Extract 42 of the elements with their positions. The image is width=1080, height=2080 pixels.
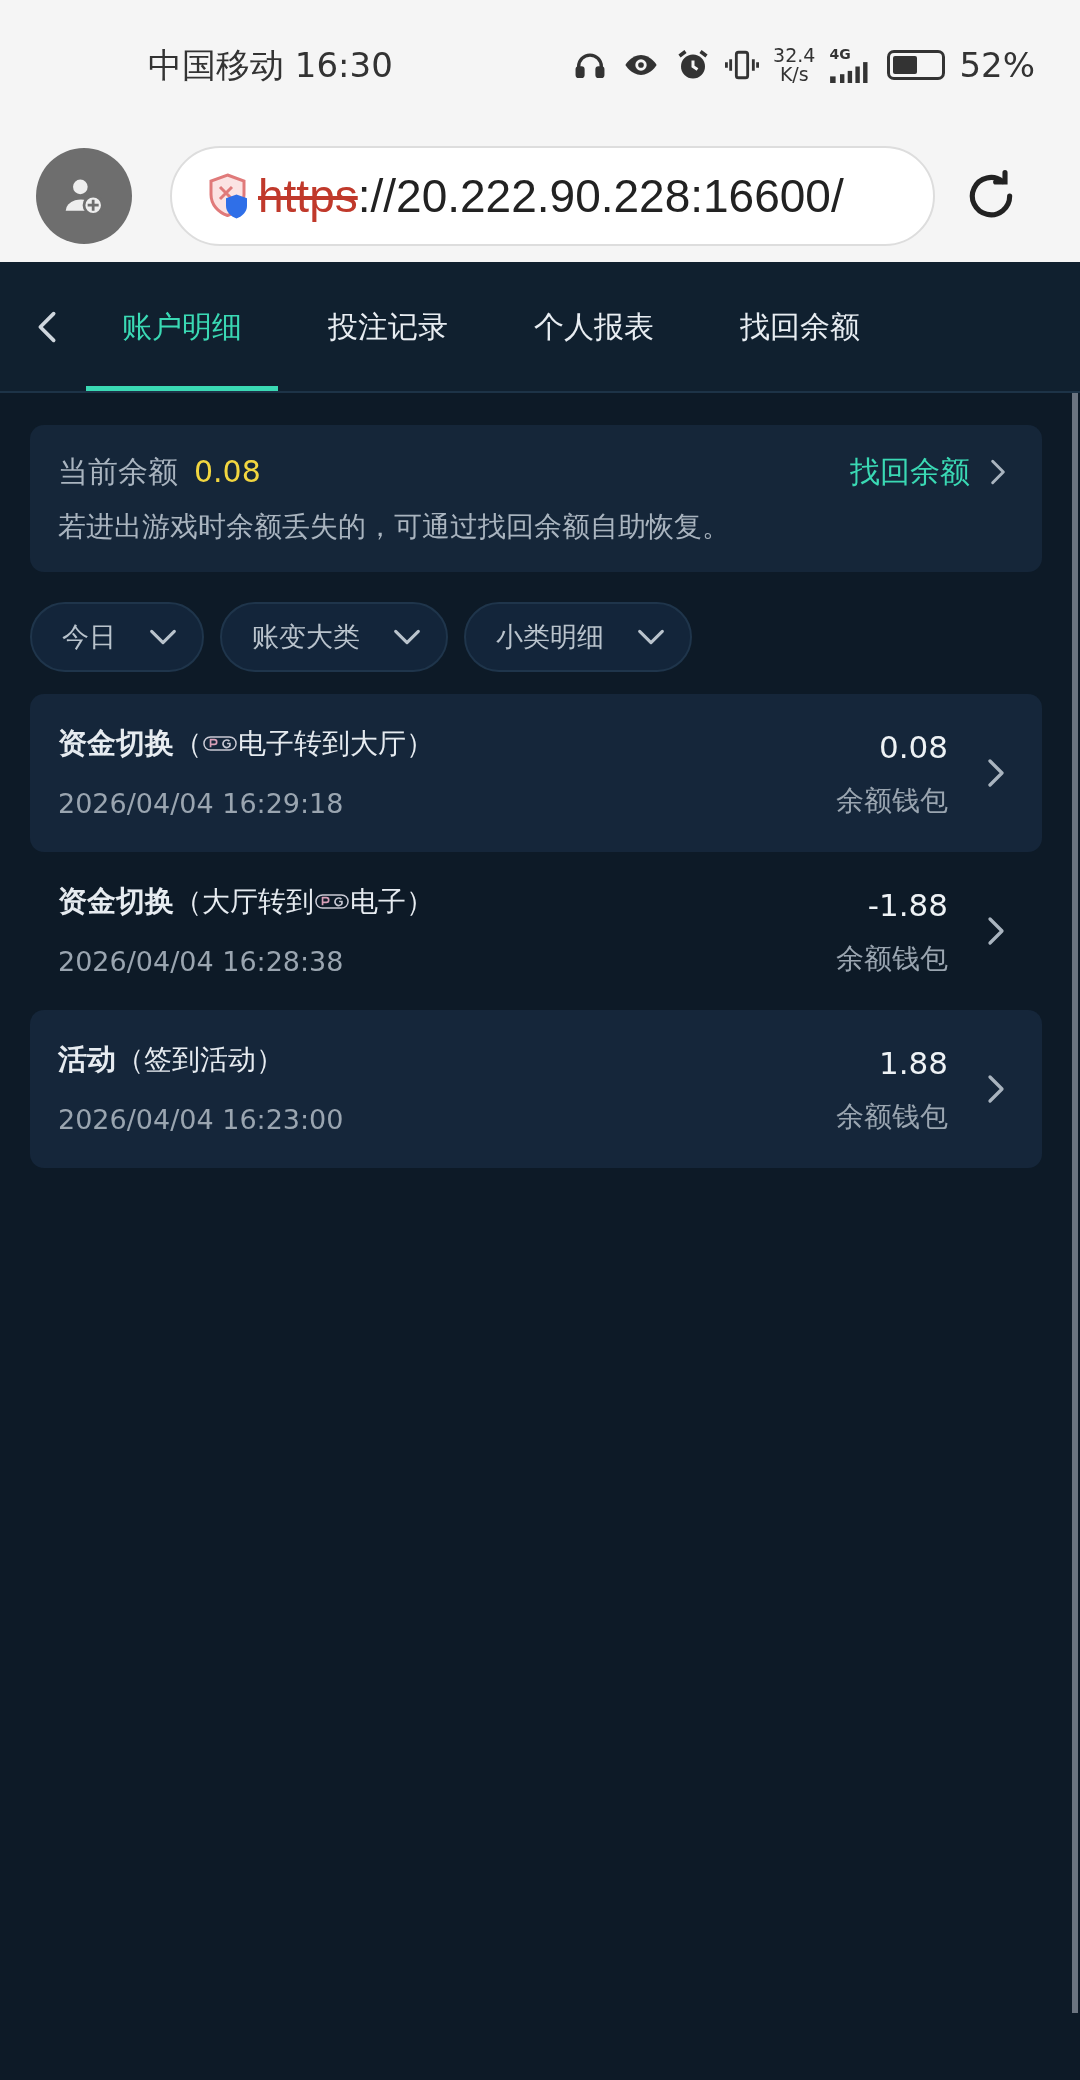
logo-icon: [203, 734, 237, 754]
record-amount: 1.88: [878, 1043, 948, 1083]
record-row[interactable]: 资金切换（ 电子转到大厅） 2026/04/04 16:29:18 0.08 余额钱包: [30, 694, 1042, 852]
wallet-label: 余额钱包: [836, 941, 948, 978]
record-amount: 0.08: [878, 727, 948, 767]
record-time: 2026/04/04 16:23:00: [58, 1102, 345, 1137]
logo-icon: [315, 892, 349, 912]
record-detail: 电子）: [350, 883, 434, 920]
tab[interactable]: 找回余额: [704, 262, 896, 391]
wallet-label: 余额钱包: [836, 783, 948, 820]
recover-balance-link[interactable]: 找回余额: [850, 449, 1014, 494]
filter-dropdown[interactable]: 账变大类: [220, 602, 448, 672]
record-time: 2026/04/04 16:29:18: [58, 786, 345, 821]
record-detail: （大厅转到: [174, 883, 314, 920]
tab[interactable]: 账户明细: [86, 262, 278, 391]
vibrate-icon: [725, 48, 760, 82]
battery-icon: [887, 50, 946, 80]
speed-unit: K/s: [779, 65, 809, 84]
url-field[interactable]: https://20.222.90.228:16600/: [170, 146, 935, 246]
speed-value: 32.4: [773, 46, 816, 65]
balance-amount: 0.08: [194, 453, 261, 491]
balance-note: 若进出游戏时余额丢失的，可通过找回余额自助恢复。: [58, 509, 731, 545]
record-row[interactable]: 资金切换（大厅转到 电子） 2026/04/04 16:28:38 -1.88 余额钱包: [30, 852, 1042, 1010]
url-text: ://20.222.90.228:16600/: [357, 173, 844, 219]
record-type: 资金切换: [58, 883, 174, 920]
record-amount: -1.88: [867, 885, 948, 925]
record-type: 活动: [58, 1041, 116, 1078]
filter-dropdown[interactable]: 今日: [30, 602, 204, 672]
record-time: 2026/04/04 16:28:38: [58, 944, 345, 979]
record-detail: 电子转到大厅）: [238, 725, 434, 762]
battery-percent: 52%: [959, 43, 1035, 87]
tab[interactable]: 投注记录: [292, 262, 484, 391]
record-detail: （签到活动）: [116, 1041, 284, 1078]
record-detail: （: [174, 725, 202, 762]
record-row[interactable]: 活动（签到活动） 2026/04/04 16:23:00 1.88 余额钱包: [30, 1010, 1042, 1168]
record-type: 资金切换: [58, 725, 174, 762]
carrier-time: 中国移动 16:30: [148, 43, 393, 87]
filter-dropdown[interactable]: 小类明细: [464, 602, 692, 672]
wallet-label: 余额钱包: [836, 1099, 948, 1136]
balance-label: 当前余额: [58, 453, 178, 491]
network-type: 4G: [829, 47, 852, 61]
tab[interactable]: 个人报表: [498, 262, 690, 391]
